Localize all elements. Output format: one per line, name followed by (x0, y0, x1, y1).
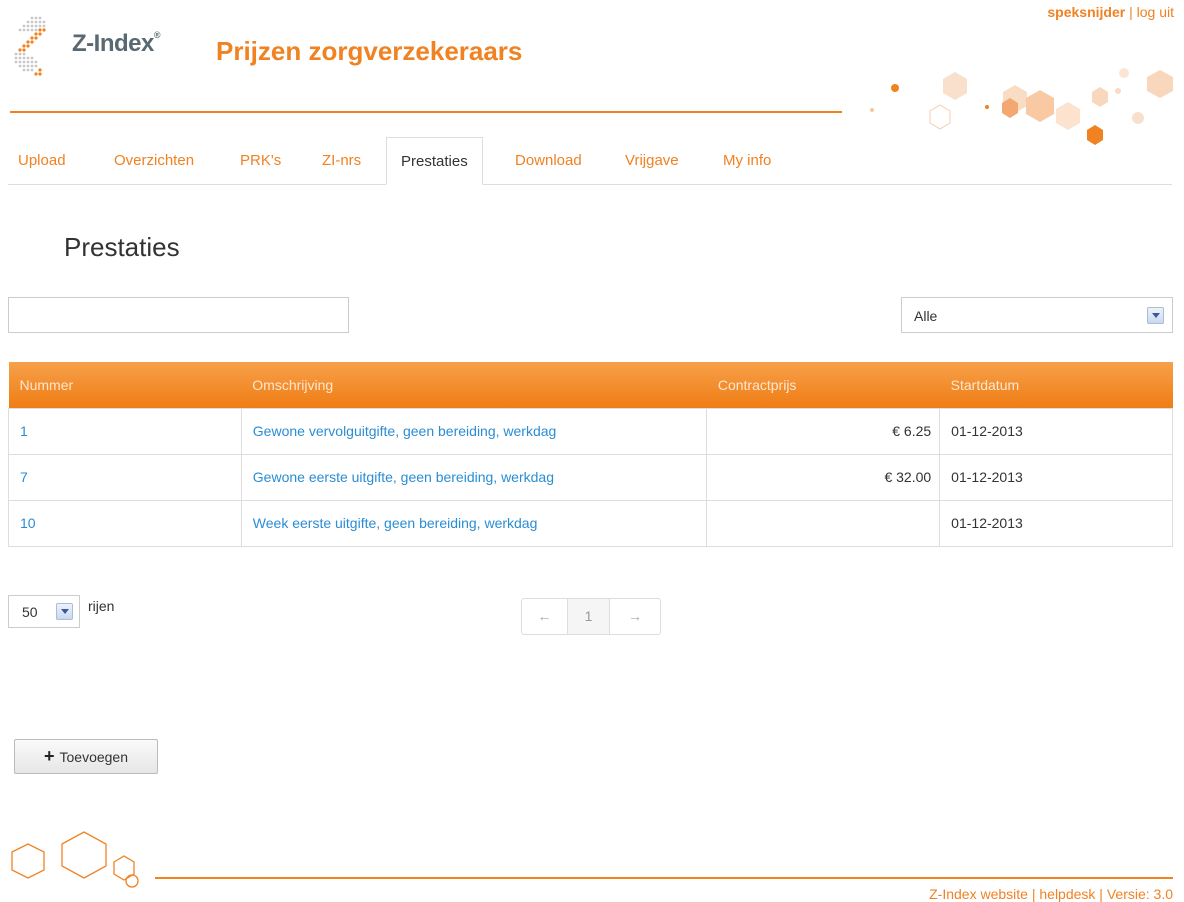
brand-name: Z-Index® (72, 30, 160, 57)
add-button[interactable]: + Toevoegen (14, 739, 158, 774)
cell-startdatum: 01-12-2013 (939, 499, 1173, 547)
filter-select[interactable]: Alle (901, 297, 1173, 333)
column-header-startdatum[interactable]: Startdatum (939, 362, 1173, 408)
table-header-row: Nummer Omschrijving Contractprijs Startd… (8, 362, 1173, 408)
chevron-down-icon[interactable] (56, 603, 73, 620)
cell-omschrijving[interactable]: Week eerste uitgifte, geen bereiding, we… (240, 499, 708, 547)
version-label: Versie: 3.0 (1106, 886, 1173, 902)
rows-per-page-select[interactable]: 50 (8, 595, 80, 628)
cell-startdatum: 01-12-2013 (939, 453, 1173, 501)
user-separator: | (1125, 4, 1137, 20)
footer-separator: | (1095, 886, 1107, 902)
username-link[interactable]: speksnijder (1047, 4, 1125, 20)
page-title: Prestaties (64, 232, 180, 262)
cell-nummer[interactable]: 1 (8, 407, 242, 455)
table-row: 10 Week eerste uitgifte, geen bereiding,… (8, 499, 1173, 547)
cell-nummer[interactable]: 7 (8, 453, 242, 501)
footer-divider (155, 877, 1173, 879)
column-header-omschrijving[interactable]: Omschrijving (241, 362, 707, 408)
table-row: 1 Gewone vervolguitgifte, geen bereiding… (8, 407, 1173, 455)
filter-select-value: Alle (914, 308, 938, 324)
tab-zi-nrs[interactable]: ZI-nrs (322, 137, 361, 185)
tab-my-info[interactable]: My info (723, 137, 771, 185)
logout-link[interactable]: log uit (1137, 4, 1174, 20)
cell-contractprijs: € 32.00 (706, 453, 941, 501)
tab-prestaties[interactable]: Prestaties (386, 137, 483, 185)
app-title: Prijzen zorgverzekeraars (216, 36, 523, 66)
tab-upload[interactable]: Upload (18, 137, 66, 185)
page-number-button[interactable]: 1 (568, 599, 610, 634)
column-header-contractprijs[interactable]: Contractprijs (706, 362, 940, 408)
search-input[interactable] (8, 297, 349, 333)
next-page-button[interactable]: → (610, 599, 660, 634)
footer-links: Z-Index website | helpdesk | Versie: 3.0 (929, 886, 1173, 902)
cell-startdatum: 01-12-2013 (939, 407, 1173, 455)
cell-omschrijving[interactable]: Gewone eerste uitgifte, geen bereiding, … (240, 453, 708, 501)
footer-separator: | (1027, 886, 1040, 902)
previous-page-button[interactable]: ← (522, 599, 568, 634)
tab-prks[interactable]: PRK's (240, 137, 281, 185)
plus-icon: + (43, 746, 55, 766)
table-row: 7 Gewone eerste uitgifte, geen bereiding… (8, 453, 1173, 501)
cell-nummer[interactable]: 10 (8, 499, 242, 547)
helpdesk-link[interactable]: helpdesk (1039, 886, 1095, 902)
chevron-down-icon[interactable] (1147, 307, 1164, 324)
z-index-website-link[interactable]: Z-Index website (929, 886, 1028, 902)
column-header-nummer[interactable]: Nummer (8, 362, 242, 408)
pagination: ← 1 → (521, 598, 661, 635)
add-button-label: Toevoegen (59, 749, 129, 765)
rows-per-page-label: rijen (88, 598, 115, 614)
cell-omschrijving[interactable]: Gewone vervolguitgifte, geen bereiding, … (240, 407, 708, 455)
tab-vrijgave[interactable]: Vrijgave (625, 137, 679, 185)
rows-per-page-value: 50 (22, 604, 38, 620)
main-tabs: Upload Overzichten PRK's ZI-nrs Prestati… (8, 137, 1172, 185)
z-index-logo (14, 16, 46, 76)
cell-contractprijs: € 6.25 (706, 407, 941, 455)
tab-overzichten[interactable]: Overzichten (114, 137, 194, 185)
tab-download[interactable]: Download (515, 137, 582, 185)
user-bar: speksnijder | log uit (1047, 4, 1174, 20)
header-divider (10, 111, 842, 113)
cell-contractprijs (706, 499, 941, 547)
footer-hexagon-decoration (11, 831, 139, 888)
prestaties-table: Nummer Omschrijving Contractprijs Startd… (8, 362, 1173, 547)
